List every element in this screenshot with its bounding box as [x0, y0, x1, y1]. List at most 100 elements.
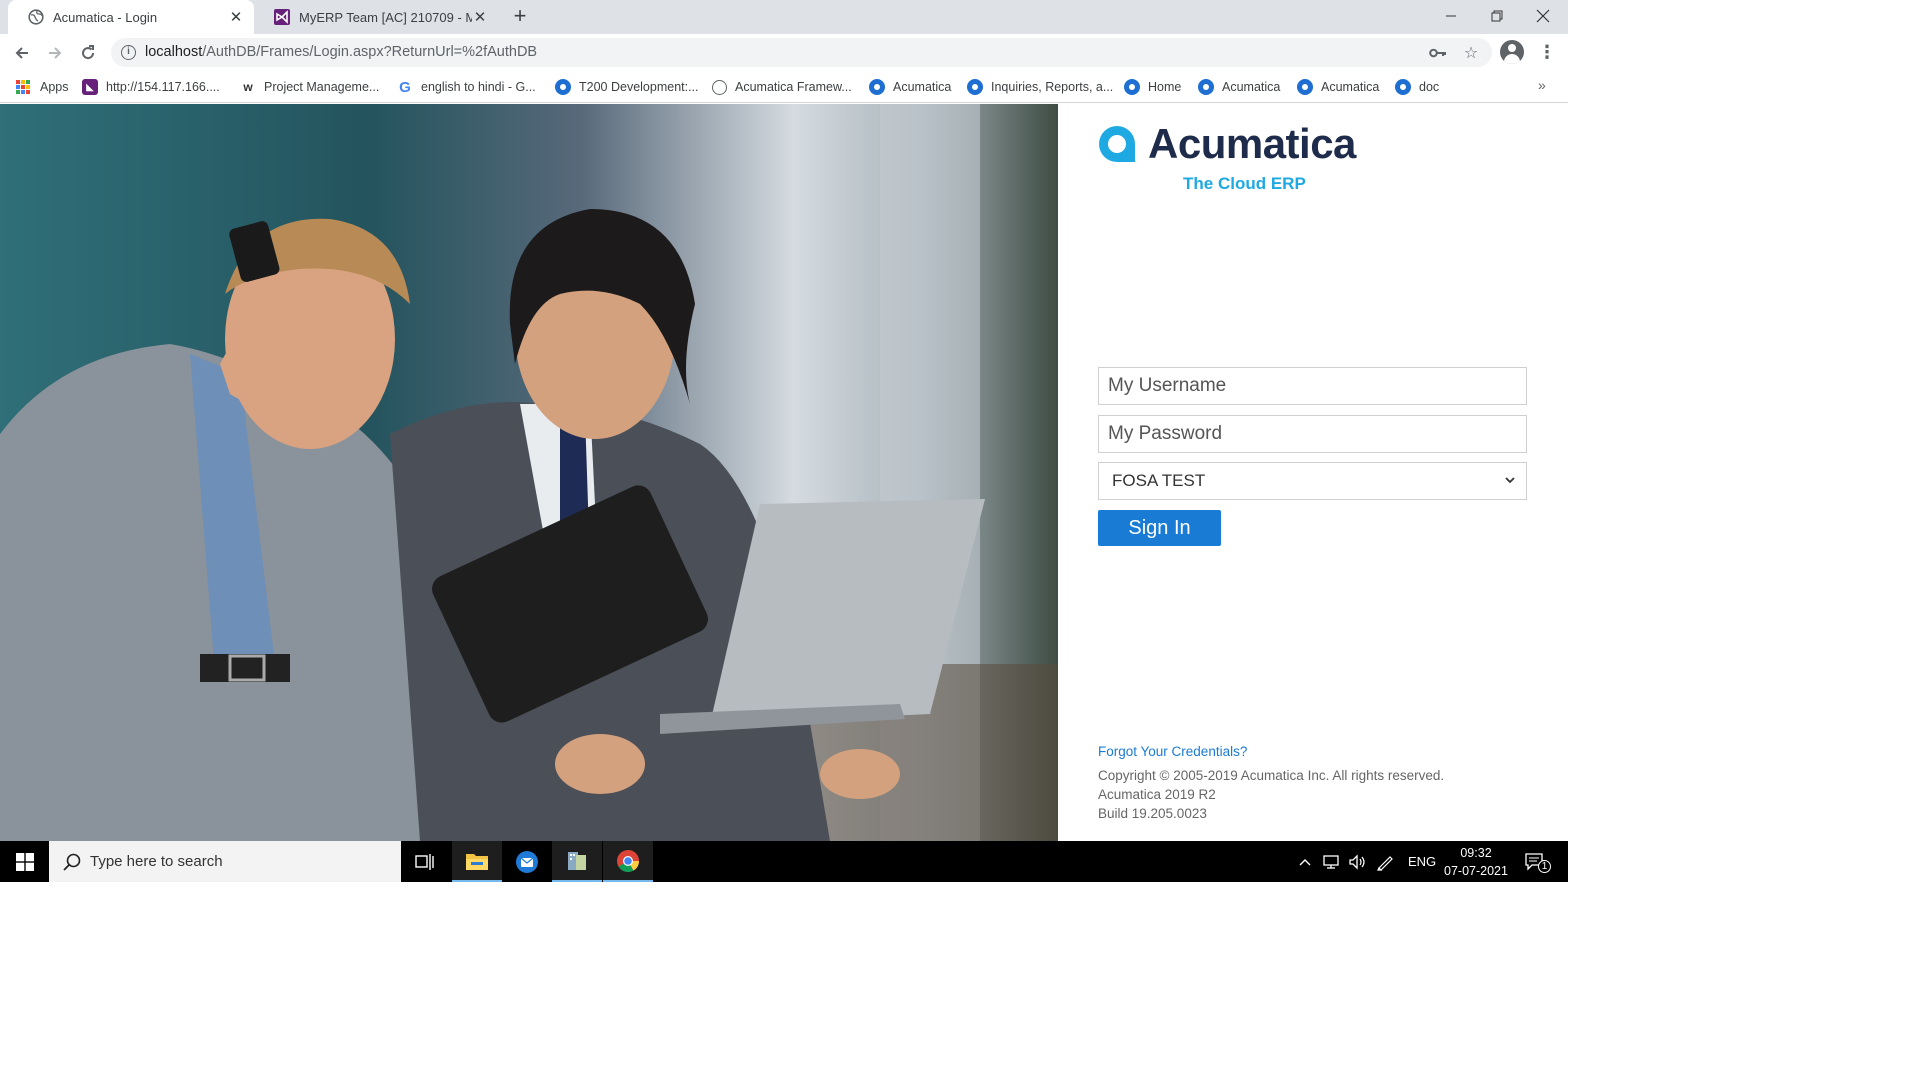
new-tab-button[interactable]: +: [508, 4, 532, 28]
address-bar[interactable]: i localhost/AuthDB/Frames/Login.aspx?Ret…: [111, 38, 1492, 67]
app-button[interactable]: [552, 841, 602, 882]
bookmark-label: Inquiries, Reports, a...: [991, 80, 1114, 94]
google-icon: G: [399, 78, 411, 96]
chrome-button[interactable]: [603, 841, 653, 882]
copyright-text: Copyright © 2005-2019 Acumatica Inc. All…: [1098, 768, 1445, 783]
close-icon: [1536, 9, 1550, 23]
key-icon[interactable]: [1428, 43, 1448, 63]
show-hidden-icons[interactable]: [1298, 841, 1312, 882]
bookmark-label: english to hindi - G...: [421, 80, 536, 94]
forward-button[interactable]: [42, 40, 68, 66]
version-text: Acumatica 2019 R2: [1098, 787, 1216, 802]
bookmark-ip[interactable]: ◣ http://154.117.166....: [82, 77, 220, 97]
bookmark-home[interactable]: Home: [1124, 77, 1181, 97]
bookmark-label: Project Manageme...: [264, 80, 380, 94]
apps-grid-icon: [16, 80, 30, 94]
username-placeholder: My Username: [1108, 375, 1227, 396]
bookmark-t200[interactable]: T200 Development:...: [555, 77, 699, 97]
bookmark-acumatica-framework[interactable]: Acumatica Framew...: [712, 77, 852, 97]
bookmark-star-icon[interactable]: ☆: [1461, 43, 1481, 63]
more-bookmarks-icon[interactable]: »: [1538, 77, 1546, 93]
site-info-icon[interactable]: i: [121, 45, 136, 60]
tab-strip: Acumatica - Login ✕ MyERP Team [AC] 2107…: [0, 0, 1568, 34]
bookmark-label: Apps: [40, 80, 69, 94]
bookmark-doc[interactable]: doc: [1395, 77, 1439, 97]
file-explorer-button[interactable]: [452, 841, 502, 882]
clock-date: 07-07-2021: [1444, 864, 1508, 878]
close-tab-icon[interactable]: ✕: [472, 8, 488, 26]
acumatica-icon: [1124, 79, 1140, 95]
sign-in-button[interactable]: Sign In: [1098, 510, 1221, 546]
logo-wordmark: Acumatica: [1148, 120, 1356, 167]
bookmark-project-management[interactable]: w Project Manageme...: [240, 77, 379, 97]
url-path: /AuthDB/Frames/Login.aspx?ReturnUrl=%2fA…: [202, 44, 538, 60]
acumatica-icon: [869, 79, 885, 95]
bookmark-label: Acumatica: [1321, 80, 1380, 94]
windows-taskbar: Type here to search ENG 09:32 07-07-2021: [0, 841, 1568, 882]
visual-studio-icon: ◣: [82, 79, 98, 95]
task-view-icon: [415, 853, 434, 870]
tab-title: Acumatica - Login: [53, 9, 158, 25]
bookmark-label: Acumatica: [1222, 80, 1281, 94]
acumatica-icon: [1395, 79, 1411, 95]
taskbar-search-input[interactable]: Type here to search: [49, 841, 401, 882]
browser-menu-icon[interactable]: ⋮: [1538, 42, 1556, 64]
mail-app-button[interactable]: [502, 841, 552, 882]
minimize-icon: [1446, 15, 1456, 17]
bookmark-acumatica-1[interactable]: Acumatica: [869, 77, 951, 97]
restore-icon: [1491, 10, 1503, 22]
close-window-button[interactable]: [1520, 0, 1566, 32]
acumatica-logo-icon: [1099, 126, 1135, 162]
reload-button[interactable]: [75, 40, 101, 66]
volume-control[interactable]: [1348, 841, 1368, 882]
bookmark-english-hindi[interactable]: G english to hindi - G...: [397, 77, 536, 97]
restore-button[interactable]: [1474, 0, 1520, 32]
taskbar-clock[interactable]: 09:32 07-07-2021: [1440, 844, 1512, 880]
network-icon: [1323, 854, 1339, 869]
language-indicator[interactable]: ENG: [1408, 841, 1436, 882]
network-status[interactable]: [1322, 841, 1342, 882]
url-host: localhost: [145, 44, 203, 60]
acumatica-icon: [1198, 79, 1214, 95]
url-text[interactable]: localhost/AuthDB/Frames/Login.aspx?Retur…: [145, 44, 537, 60]
pen-workspace[interactable]: [1376, 841, 1396, 882]
bookmark-acumatica-2[interactable]: Acumatica: [1198, 77, 1280, 97]
tab-acumatica-login[interactable]: Acumatica - Login ✕: [8, 0, 254, 34]
close-tab-icon[interactable]: ✕: [228, 8, 244, 26]
forgot-credentials-link[interactable]: Forgot Your Credentials?: [1098, 744, 1247, 759]
chevron-down-icon: [1505, 477, 1515, 484]
profile-avatar-icon[interactable]: [1500, 40, 1524, 64]
password-input[interactable]: My Password: [1098, 415, 1527, 453]
bookmark-label: Home: [1148, 80, 1182, 94]
password-placeholder: My Password: [1108, 423, 1223, 444]
start-button[interactable]: [0, 841, 49, 882]
tab-myerp-team[interactable]: MyERP Team [AC] 210709 - Micro ✕: [254, 0, 498, 34]
reload-icon: [82, 45, 95, 60]
tenant-selected-value: FOSA TEST: [1112, 471, 1206, 490]
username-input[interactable]: My Username: [1098, 367, 1527, 405]
search-icon: [63, 853, 81, 871]
chevron-up-icon: [1299, 858, 1311, 865]
wp-icon: w: [243, 80, 253, 94]
bookmark-label: Acumatica: [893, 80, 952, 94]
tab-title: MyERP Team [AC] 210709 - Micro: [299, 9, 472, 25]
acumatica-logo: Acumatica The Cloud ERP: [1098, 120, 1378, 194]
bookmark-acumatica-3[interactable]: Acumatica: [1297, 77, 1379, 97]
bookmark-label: doc: [1419, 80, 1440, 94]
minimize-button[interactable]: [1428, 0, 1474, 32]
arrow-left-icon: [15, 47, 28, 59]
bookmarks-bar: Apps ◣ http://154.117.166.... w Project …: [0, 71, 1568, 103]
task-view-button[interactable]: [400, 841, 450, 882]
globe-icon: [712, 79, 727, 95]
bookmark-inquiries[interactable]: Inquiries, Reports, a...: [967, 77, 1113, 97]
bookmark-apps[interactable]: Apps: [16, 77, 69, 97]
search-placeholder: Type here to search: [90, 853, 223, 870]
notification-count: 1: [1538, 860, 1551, 873]
login-panel: Acumatica The Cloud ERP My Username My P…: [1058, 104, 1568, 841]
tenant-select[interactable]: FOSA TEST: [1098, 462, 1527, 500]
acumatica-icon: [555, 79, 571, 95]
building-app-icon: [568, 851, 586, 870]
action-center-button[interactable]: 1: [1524, 841, 1551, 882]
chat-icon: [516, 850, 538, 873]
back-button[interactable]: [9, 40, 35, 66]
